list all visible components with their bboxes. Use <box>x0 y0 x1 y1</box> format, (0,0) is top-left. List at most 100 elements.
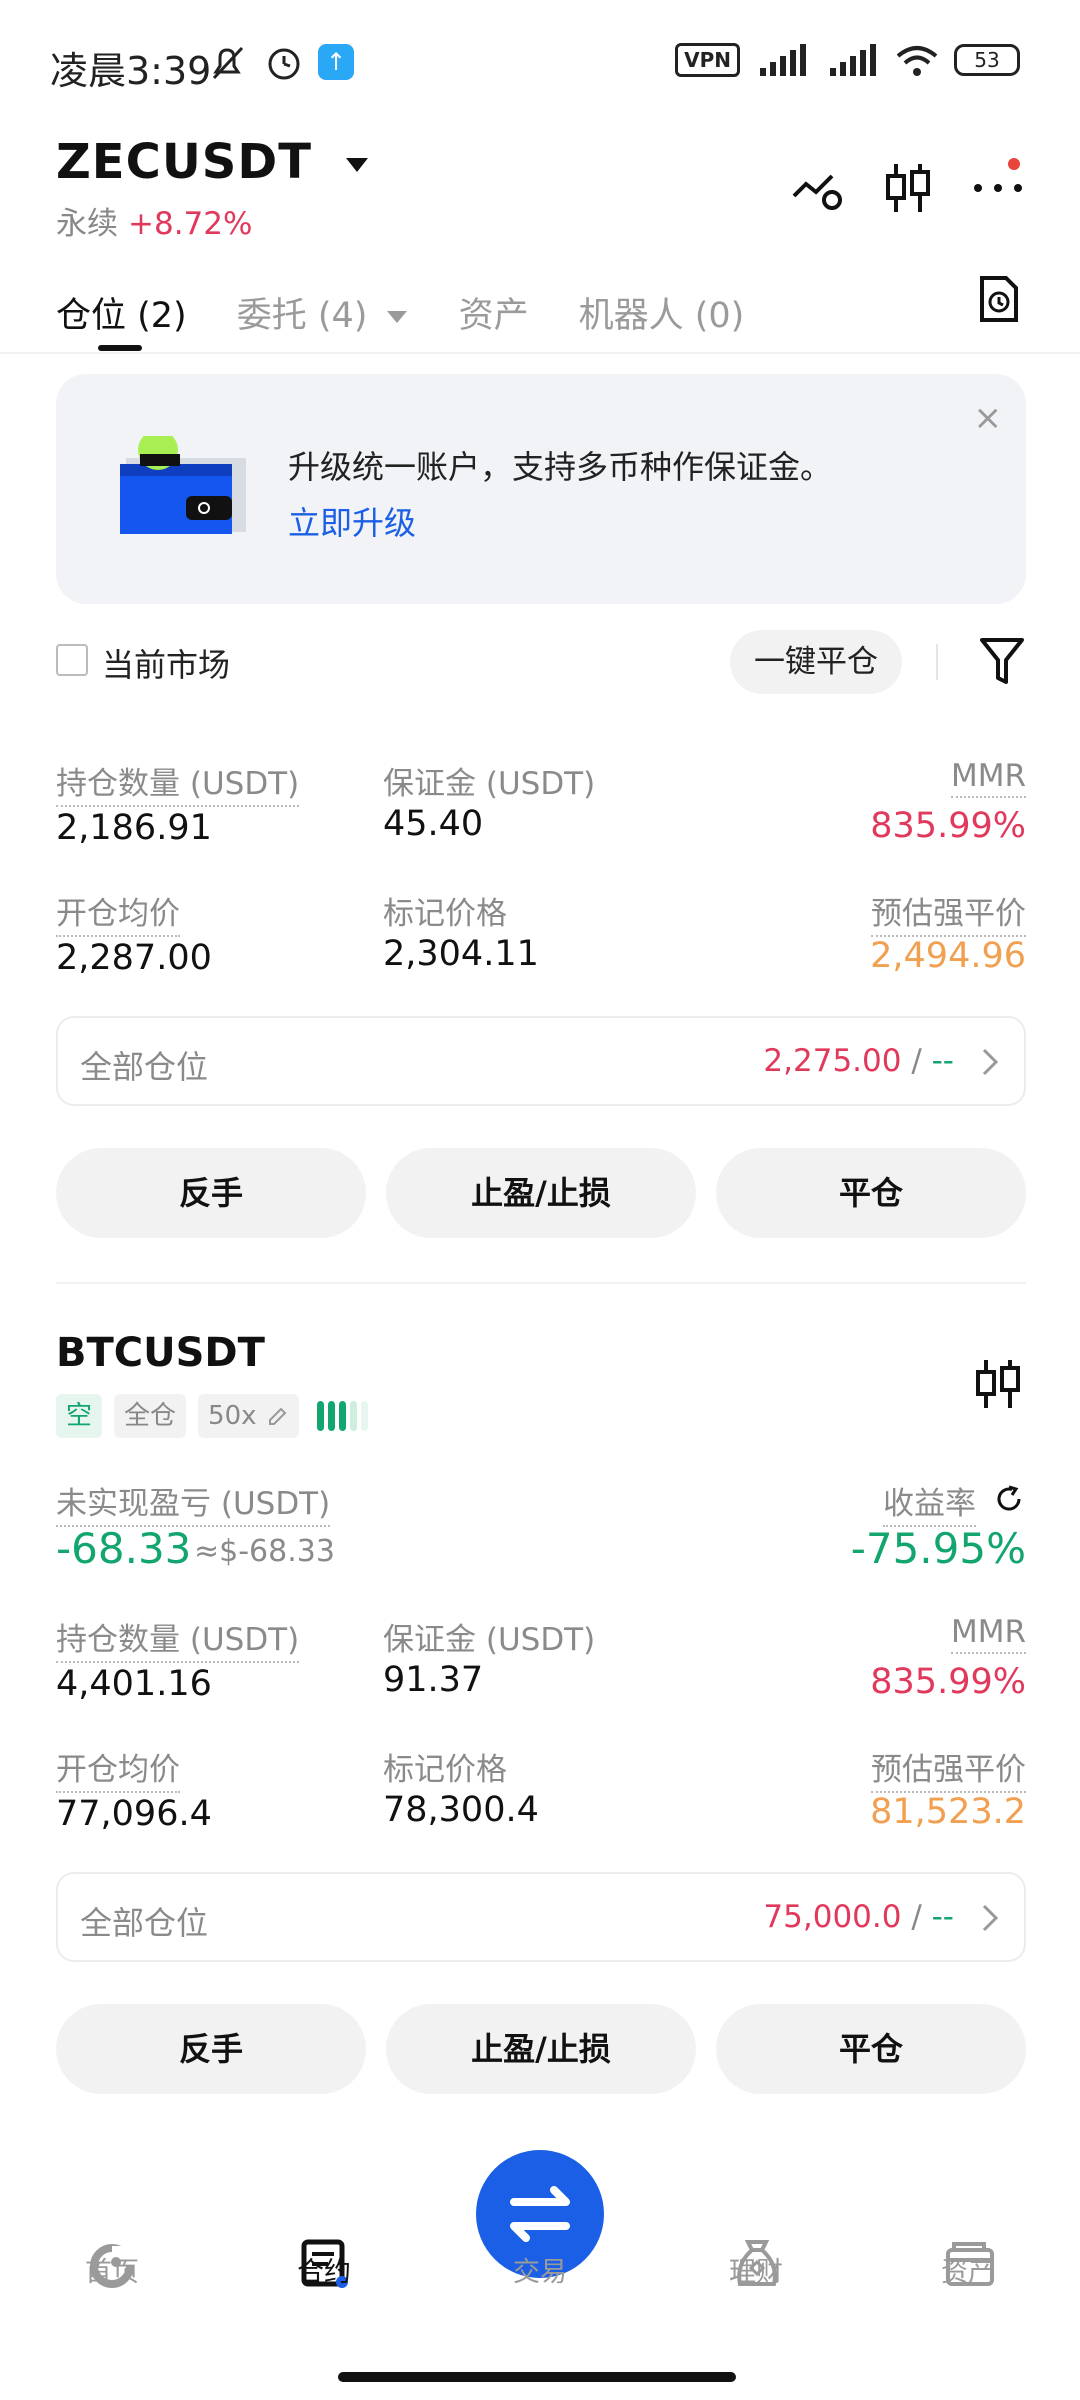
all-positions-value: 2,275.00 / -- <box>763 1043 954 1079</box>
signal-icon-1 <box>760 44 806 76</box>
edit-icon <box>268 1407 287 1425</box>
current-market-label: 当前市场 <box>102 646 231 684</box>
all-positions-separator: / <box>901 1043 932 1079</box>
status-right: VPN 53 <box>675 42 1020 78</box>
tab-positions[interactable]: 仓位 (2) <box>56 287 187 338</box>
all-positions-separator: / <box>901 1899 932 1935</box>
symbol-title[interactable]: ZECUSDT <box>56 134 372 190</box>
mark-price-label: 标记价格 <box>383 896 507 932</box>
risk-level-indicator <box>316 1401 368 1431</box>
all-positions-label: 全部仓位 <box>80 1904 209 1942</box>
price-change: +8.72% <box>128 206 253 242</box>
candlestick-chart-icon[interactable] <box>884 160 932 216</box>
nav-finance[interactable]: 理财 <box>696 2250 816 2289</box>
mark-price-value: 2,304.11 <box>383 934 539 974</box>
entry-price-label[interactable]: 开仓均价 <box>56 888 180 937</box>
all-positions-tail: -- <box>931 1043 954 1079</box>
nav-contract[interactable]: 合约 <box>264 2250 384 2289</box>
symbol-name: ZECUSDT <box>56 134 312 190</box>
leverage-badge[interactable]: 50x <box>198 1394 299 1438</box>
battery-icon: 53 <box>954 44 1020 76</box>
liq-price-value: 81,523.2 <box>870 1792 1026 1832</box>
nav-assets[interactable]: 资产 <box>908 2250 1028 2289</box>
more-menu-button[interactable] <box>970 158 1030 208</box>
home-indicator[interactable] <box>338 2372 736 2382</box>
price-alert-icon[interactable] <box>792 166 844 210</box>
close-position-button[interactable]: 平仓 <box>716 2004 1026 2094</box>
unrealized-pnl-label[interactable]: 未实现盈亏 (USDT) <box>56 1478 331 1527</box>
position-qty-label[interactable]: 持仓数量 (USDT) <box>56 1614 300 1663</box>
signal-icon-2 <box>830 44 876 76</box>
mute-icon <box>212 46 244 80</box>
tpsl-button[interactable]: 止盈/止损 <box>386 2004 696 2094</box>
upgrade-banner: 升级统一账户，支持多币种作保证金。 立即升级 × <box>56 374 1026 604</box>
side-badge: 空 <box>56 1394 103 1438</box>
margin-label: 保证金 (USDT) <box>383 766 596 802</box>
history-icon[interactable] <box>976 274 1020 324</box>
chevron-right-icon <box>982 1048 999 1076</box>
nav-trade[interactable]: 交易 <box>480 2250 600 2289</box>
current-market-checkbox[interactable] <box>56 644 88 676</box>
refresh-icon[interactable] <box>994 1484 1024 1514</box>
margin-value: 91.37 <box>383 1660 484 1700</box>
margin-value: 45.40 <box>383 804 484 844</box>
position-tags: 空 全仓 50x <box>56 1394 368 1438</box>
bottom-navigation: 首页 合约 交易 理财 资产 <box>0 2150 1080 2400</box>
liq-price-label[interactable]: 预估强平价 <box>871 888 1026 937</box>
tab-assets[interactable]: 资产 <box>459 287 529 338</box>
wallet-illustration-icon <box>120 436 246 534</box>
chevron-right-icon <box>982 1904 999 1932</box>
alarm-icon <box>268 48 300 80</box>
all-positions-label: 全部仓位 <box>80 1048 209 1086</box>
app-notification-icon: ↑ <box>318 44 354 80</box>
candlestick-chart-icon[interactable] <box>974 1356 1022 1412</box>
all-positions-row[interactable]: 全部仓位 2,275.00 / -- <box>56 1016 1026 1106</box>
status-bar: 凌晨3:39 ↑ VPN 53 <box>0 0 1080 128</box>
contract-type: 永续 <box>56 206 118 242</box>
mmr-label[interactable]: MMR <box>950 758 1026 798</box>
caret-down-icon <box>345 158 368 172</box>
unrealized-pnl-value: -68.33 <box>56 1524 192 1573</box>
liq-price-label[interactable]: 预估强平价 <box>871 1744 1026 1793</box>
mmr-value: 835.99% <box>870 1662 1026 1702</box>
all-positions-amount: 75,000.0 <box>763 1899 902 1935</box>
position-actions: 反手 止盈/止损 平仓 <box>56 1148 1026 1238</box>
entry-price-value: 77,096.4 <box>56 1794 212 1834</box>
unrealized-pnl-usd: ≈$-68.33 <box>194 1534 335 1569</box>
roe-label[interactable]: 收益率 <box>883 1478 976 1527</box>
tpsl-button[interactable]: 止盈/止损 <box>386 1148 696 1238</box>
all-positions-value: 75,000.0 / -- <box>763 1899 954 1935</box>
tab-orders-label: 委托 (4) <box>236 295 368 336</box>
entry-price-value: 2,287.00 <box>56 938 212 978</box>
mark-price-value: 78,300.4 <box>383 1790 539 1830</box>
close-all-button[interactable]: 一键平仓 <box>730 630 902 694</box>
mark-price-label: 标记价格 <box>383 1752 507 1788</box>
tab-orders[interactable]: 委托 (4) <box>237 287 409 338</box>
position-qty-label[interactable]: 持仓数量 (USDT) <box>56 758 300 807</box>
position-qty-value: 4,401.16 <box>56 1664 212 1704</box>
leverage-value: 50x <box>208 1401 257 1431</box>
all-positions-amount: 2,275.00 <box>763 1043 902 1079</box>
close-position-button[interactable]: 平仓 <box>716 1148 1026 1238</box>
more-icon <box>974 158 1022 192</box>
mmr-label[interactable]: MMR <box>950 1614 1026 1654</box>
market-filter-row: 当前市场 一键平仓 <box>56 630 1026 694</box>
reverse-button[interactable]: 反手 <box>56 1148 366 1238</box>
symbol-subtitle: 永续 +8.72% <box>56 198 252 243</box>
liq-price-value: 2,494.96 <box>870 936 1026 976</box>
entry-price-label[interactable]: 开仓均价 <box>56 1744 180 1793</box>
mmr-value: 835.99% <box>870 806 1026 846</box>
filter-icon[interactable] <box>978 634 1026 690</box>
banner-close-button[interactable]: × <box>974 398 1003 438</box>
margin-label: 保证金 (USDT) <box>383 1622 596 1658</box>
position-symbol[interactable]: BTCUSDT <box>56 1330 265 1376</box>
tab-bots[interactable]: 机器人 (0) <box>579 287 745 338</box>
nav-home[interactable]: 首页 <box>52 2250 172 2289</box>
position-actions: 反手 止盈/止损 平仓 <box>56 2004 1026 2094</box>
margin-mode-badge: 全仓 <box>114 1394 187 1438</box>
roe-value: -75.95% <box>850 1524 1026 1573</box>
reverse-button[interactable]: 反手 <box>56 2004 366 2094</box>
upgrade-link[interactable]: 立即升级 <box>288 498 416 544</box>
status-time: 凌晨3:39 <box>50 49 212 93</box>
all-positions-row[interactable]: 全部仓位 75,000.0 / -- <box>56 1872 1026 1962</box>
